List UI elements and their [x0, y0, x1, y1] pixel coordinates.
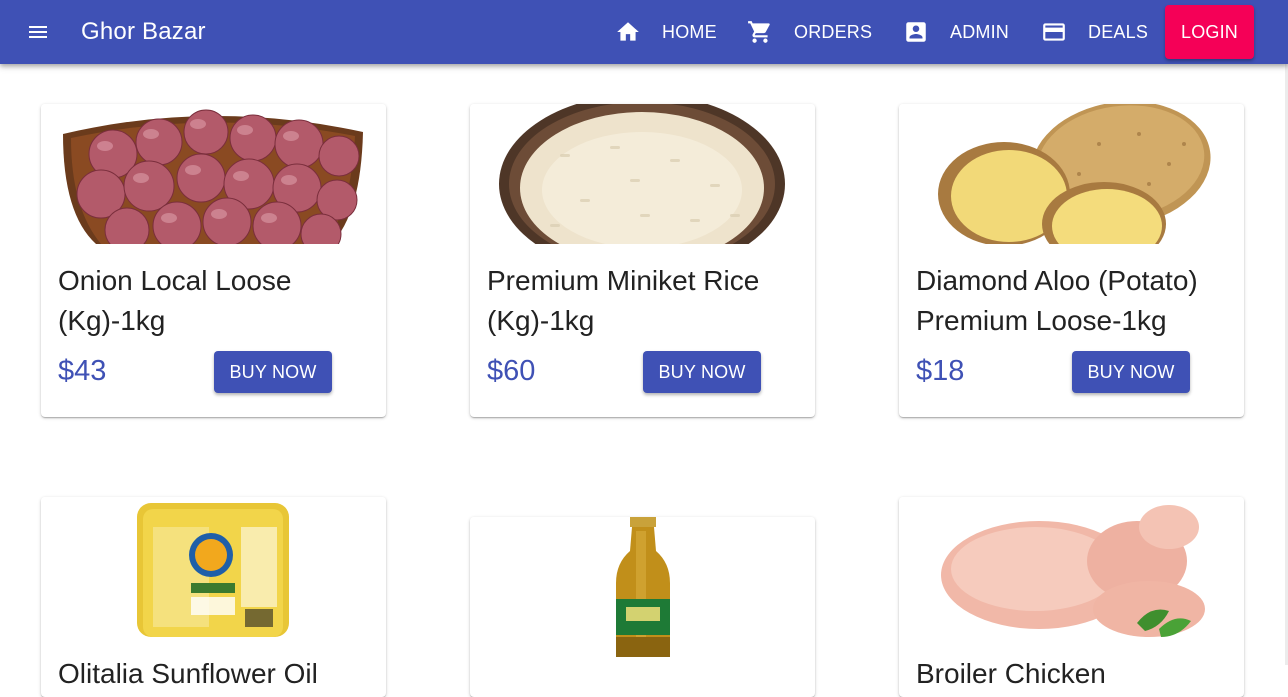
product-card: Premium Miniket Rice (Kg)-1kg $60 BUY NO… — [470, 104, 815, 417]
nav-admin[interactable]: ADMIN — [903, 16, 1009, 48]
nav-deals-label: DEALS — [1088, 21, 1149, 42]
product-card: Onion Local Loose (Kg)-1kg $43 BUY NOW — [41, 104, 386, 417]
buy-now-button[interactable]: BUY NOW — [643, 351, 761, 393]
app-bar: Ghor Bazar HOME ORDERS ADMIN DEALS LOGIN — [0, 0, 1288, 64]
account-box-icon — [906, 22, 926, 42]
product-image[interactable] — [41, 497, 386, 637]
onion-image — [63, 109, 363, 244]
credit-card-icon — [1043, 23, 1065, 41]
product-card: Broiler Chicken — [899, 497, 1244, 697]
product-image[interactable] — [41, 104, 386, 244]
product-price: $43 — [58, 355, 107, 387]
product-image[interactable] — [470, 517, 815, 657]
menu-button[interactable] — [14, 8, 62, 56]
cart-icon — [748, 21, 770, 43]
product-price: $18 — [916, 355, 965, 387]
potato-image — [938, 104, 1211, 244]
oil-bottle-image — [616, 517, 670, 657]
product-price: $60 — [487, 355, 536, 387]
rice-image — [499, 104, 785, 244]
nav-orders-label: ORDERS — [794, 21, 873, 42]
product-title: Onion Local Loose (Kg)-1kg — [58, 265, 292, 336]
product-card: Olitalia Sunflower Oil — [41, 497, 386, 697]
menu-icon — [29, 26, 47, 38]
product-image[interactable] — [899, 497, 1244, 637]
product-title: Diamond Aloo (Potato) Premium Loose-1kg — [916, 265, 1198, 336]
nav-home[interactable]: HOME — [615, 16, 717, 48]
app-title: Ghor Bazar — [81, 18, 206, 45]
nav-home-label: HOME — [662, 21, 717, 42]
product-title: Broiler Chicken — [916, 658, 1106, 689]
product-title: Premium Miniket Rice (Kg)-1kg — [487, 265, 760, 336]
buy-now-button[interactable]: BUY NOW — [1072, 351, 1190, 393]
product-card: Diamond Aloo (Potato) Premium Loose-1kg … — [899, 104, 1244, 417]
nav-admin-label: ADMIN — [950, 21, 1009, 42]
chicken-image — [941, 505, 1205, 637]
product-card — [470, 517, 815, 697]
nav-orders[interactable]: ORDERS — [747, 16, 872, 48]
product-image[interactable] — [899, 104, 1244, 244]
oil-can-image — [137, 503, 289, 637]
buy-now-button[interactable]: BUY NOW — [214, 351, 332, 393]
product-title: Olitalia Sunflower Oil — [58, 658, 318, 689]
login-button[interactable]: LOGIN — [1165, 5, 1254, 59]
home-icon — [617, 22, 639, 41]
product-image[interactable] — [470, 104, 815, 244]
nav-deals[interactable]: DEALS — [1041, 16, 1148, 48]
